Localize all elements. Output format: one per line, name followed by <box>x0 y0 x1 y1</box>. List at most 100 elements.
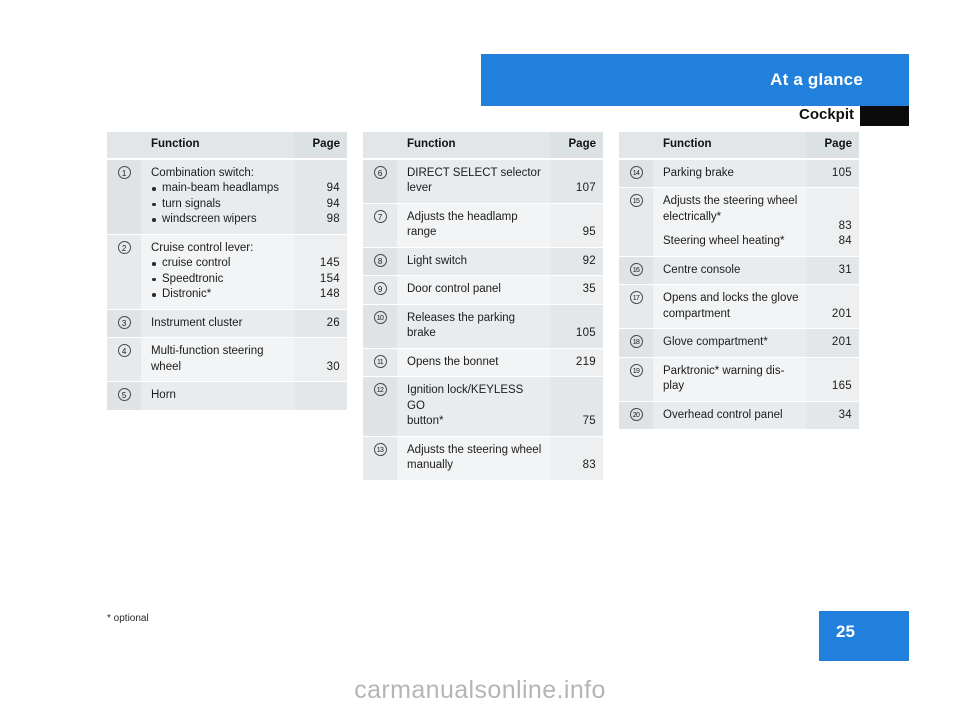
function-cell: Instrument cluster <box>141 310 294 338</box>
table-row: 16 Centre console 31 <box>619 255 859 285</box>
function-cell: Adjusts the steering wheel manually <box>397 437 550 480</box>
page-cell: 34 <box>806 402 859 430</box>
table-row: 15 Adjusts the steering wheel electrically… <box>619 187 859 256</box>
table-row: 14 Parking brake 105 <box>619 158 859 188</box>
page-reference: 83 <box>838 219 852 232</box>
function-cell: Horn <box>141 382 294 410</box>
page-cell: 145 154 148 <box>294 235 347 309</box>
row-index-cell: 8 <box>363 247 397 275</box>
chapter-tab-marker <box>860 106 909 126</box>
page-reference: 201 <box>831 336 852 348</box>
function-bullet-line: main-beam headlamps <box>151 181 288 197</box>
function-line: Door control panel <box>407 283 501 295</box>
header-cell-index <box>619 132 653 158</box>
function-line: Glove compartment* <box>663 336 768 348</box>
function-bullet-line: turn signals <box>151 197 288 213</box>
page-reference: 95 <box>582 226 596 238</box>
function-line: Steering wheel heating* <box>663 235 785 247</box>
callout-number-15: 15 <box>629 194 643 207</box>
function-bullet-line: Speedtronic <box>151 272 288 288</box>
function-cell: Centre console <box>653 257 806 285</box>
row-index-cell: 2 <box>107 234 141 309</box>
function-line: Multi-function steering <box>151 345 264 357</box>
page-reference: 83 <box>582 459 596 471</box>
table-row: 5 Horn <box>107 381 347 410</box>
function-cell: Overhead control panel <box>653 402 806 430</box>
table-row: 17 Opens and locks the glove compartment 2… <box>619 284 859 328</box>
callout-number-17: 17 <box>629 291 643 304</box>
function-line: Instrument cluster <box>151 316 243 329</box>
function-line: Opens and locks the glove <box>663 292 799 304</box>
function-cell: Multi-function steering wheel <box>141 338 294 381</box>
page-title: At a glance <box>770 70 863 89</box>
function-cell: DIRECT SELECT selector lever <box>397 160 550 203</box>
callout-number-5: 5 <box>117 388 131 401</box>
page-cell: 31 <box>806 257 859 285</box>
function-cell: Adjusts the headlamp range <box>397 204 550 247</box>
row-index-cell: 13 <box>363 436 397 480</box>
page-cell: 26 <box>294 310 347 338</box>
page-cell: 83 <box>550 437 603 480</box>
page-reference: 94 <box>326 182 340 194</box>
row-index-cell: 9 <box>363 276 397 304</box>
row-index-cell: 7 <box>363 203 397 247</box>
page-reference: 107 <box>575 182 596 194</box>
row-index-cell: 11 <box>363 348 397 376</box>
page-cell: 95 <box>550 204 603 247</box>
page-number-box: 25 <box>819 611 909 661</box>
page-reference: 75 <box>582 415 596 427</box>
row-index-cell: 12 <box>363 377 397 436</box>
function-line: Light switch <box>407 254 468 267</box>
page-reference: 148 <box>319 288 340 300</box>
function-line: Adjusts the steering wheel <box>663 195 798 207</box>
function-cell: Glove compartment* <box>653 329 806 357</box>
table-row: 1 Combination switch: main-beam headlamps t… <box>107 158 347 234</box>
function-cell: Parktronic* warning dis-play <box>653 358 806 401</box>
page-cell: 94 94 98 <box>294 160 347 234</box>
function-line: Adjusts the steering wheel <box>407 443 542 456</box>
callout-number-14: 14 <box>629 165 643 179</box>
page-cell <box>294 382 347 410</box>
table-right: Function Page 14 Parking brake 105 15 Adjusts … <box>619 132 859 429</box>
table-middle: Function Page 6 DIRECT SELECT selector lever… <box>363 132 603 480</box>
page-reference: 165 <box>831 380 852 392</box>
page-cell: 105 <box>550 305 603 348</box>
page-cell: 75 <box>550 377 603 436</box>
page-cell: 219 <box>550 349 603 377</box>
row-index-cell: 14 <box>619 159 653 187</box>
page-cell: 107 <box>550 160 603 203</box>
function-line: Horn <box>151 389 176 401</box>
callout-number-16: 16 <box>629 262 643 276</box>
table-row: 4 Multi-function steering wheel 30 <box>107 337 347 381</box>
callout-number-18: 18 <box>629 335 643 348</box>
page-reference: 84 <box>838 235 852 247</box>
page-reference: 98 <box>326 213 340 225</box>
callout-number-3: 3 <box>117 315 131 329</box>
page-reference: 219 <box>575 355 596 368</box>
page-cell: 30 <box>294 338 347 381</box>
table-row: 6 DIRECT SELECT selector lever 107 <box>363 158 603 203</box>
column-header-function: Function <box>151 138 200 150</box>
table-row: 3 Instrument cluster 26 <box>107 308 347 338</box>
row-index-cell: 16 <box>619 256 653 284</box>
page-cell: 201 <box>806 329 859 357</box>
function-line: manually <box>407 459 454 471</box>
table-row: 2 Cruise control lever: cruise control Spee… <box>107 233 347 309</box>
row-index-cell: 19 <box>619 357 653 401</box>
function-line: Ignition lock/KEYLESS GO <box>407 384 524 412</box>
function-cell: Cruise control lever: cruise control Speed… <box>141 235 294 309</box>
table-left: Function Page 1 Combination switch: main-bea… <box>107 132 347 410</box>
table-row: 11 Opens the bonnet 219 <box>363 347 603 377</box>
callout-number-19: 19 <box>629 363 643 377</box>
page-reference: 26 <box>326 316 340 329</box>
function-cell: Light switch <box>397 248 550 276</box>
function-line: lever <box>407 182 432 194</box>
page-cell: 35 <box>550 276 603 304</box>
function-line: electrically* <box>663 210 722 223</box>
table-row: 7 Adjusts the headlamp range 95 <box>363 202 603 247</box>
page-reference: 31 <box>838 263 852 276</box>
function-cell: Opens and locks the glove compartment <box>653 285 806 328</box>
callout-number-4: 4 <box>117 344 131 357</box>
function-cell: Parking brake <box>653 160 806 188</box>
function-line: Centre console <box>663 263 741 276</box>
